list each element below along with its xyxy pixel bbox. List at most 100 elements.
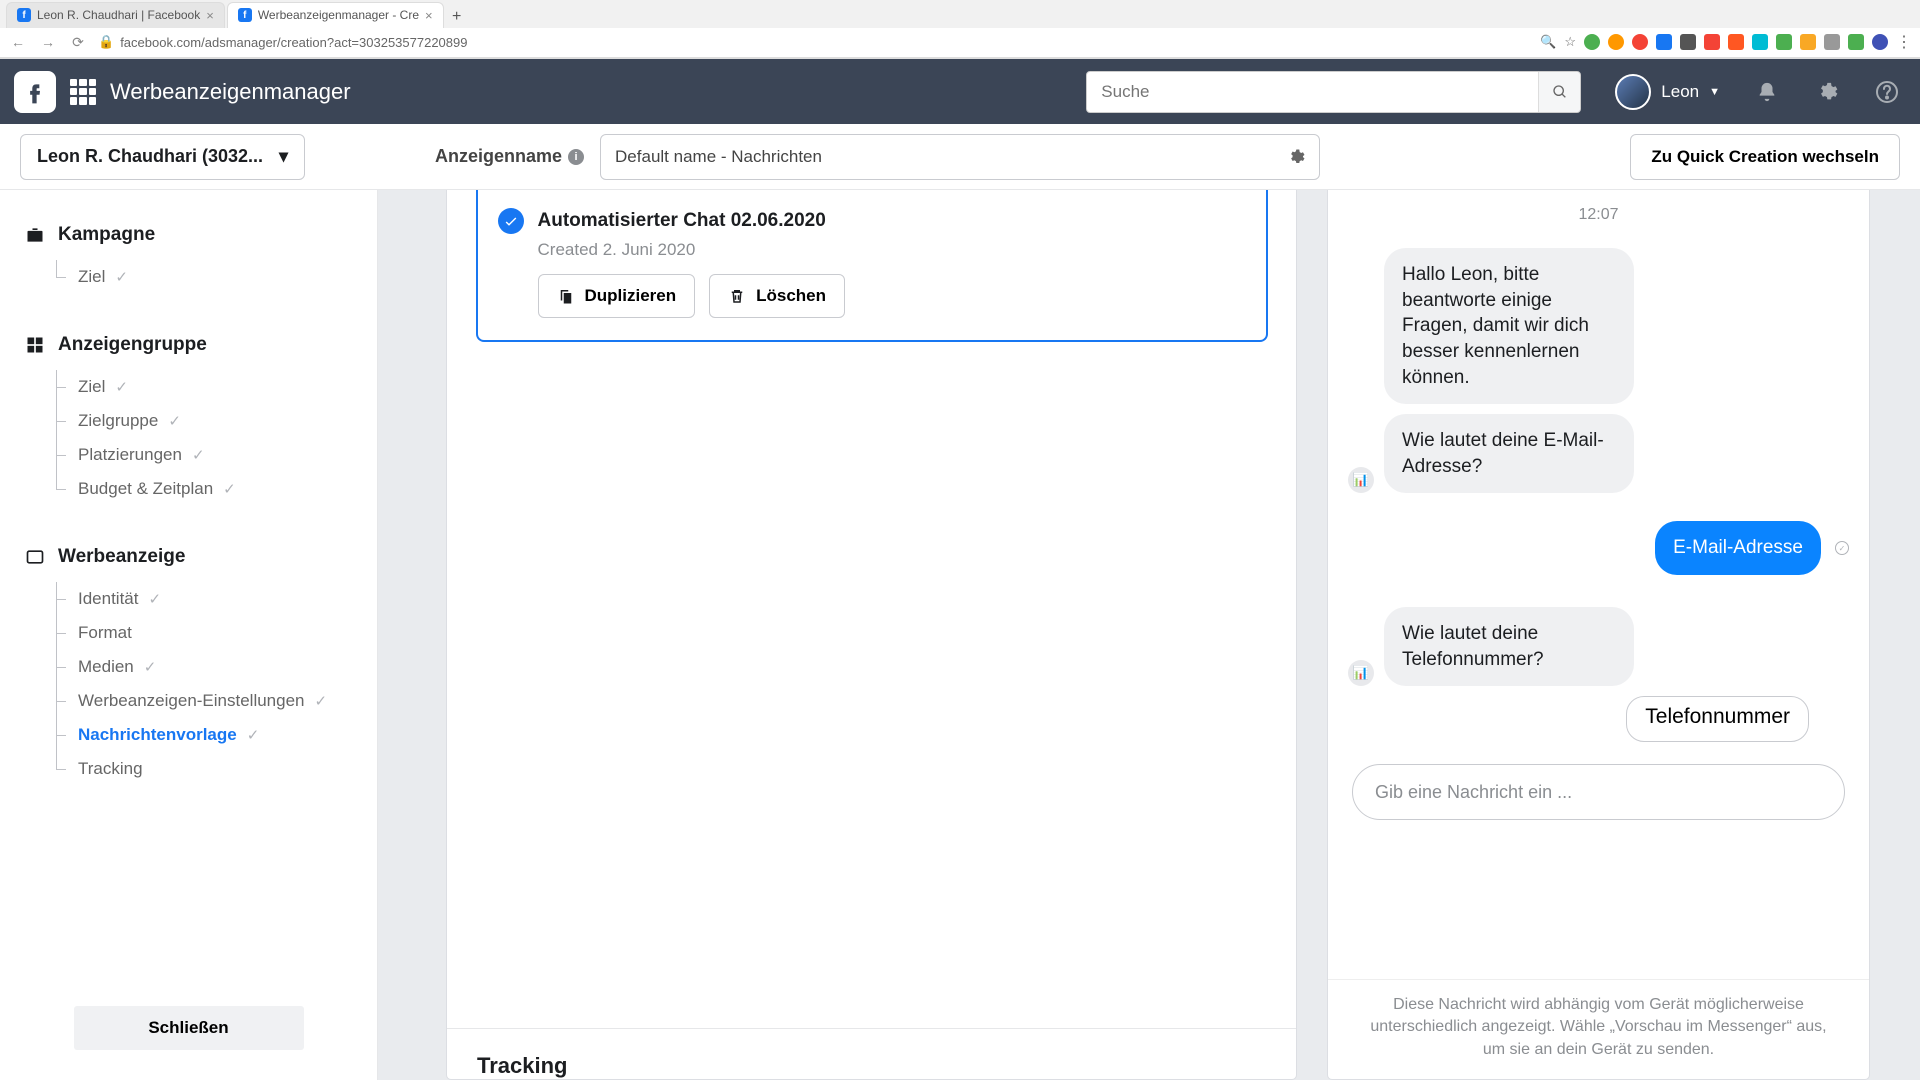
extension-icon[interactable]: [1704, 34, 1720, 50]
message-row: 📊 Wie lautet deine E-Mail-Adresse?: [1348, 414, 1849, 493]
reload-icon[interactable]: ⟳: [68, 32, 88, 52]
sidebar-section-campaign: Kampagne Ziel✓: [0, 224, 377, 294]
sidebar-section-adgroup: Anzeigengruppe Ziel✓ Zielgruppe✓ Platzie…: [0, 334, 377, 506]
check-icon: ✓: [144, 658, 157, 676]
gear-icon[interactable]: [1814, 79, 1840, 105]
extension-icon[interactable]: [1584, 34, 1600, 50]
check-circle-icon: [498, 208, 524, 234]
extension-icon[interactable]: [1848, 34, 1864, 50]
extension-icon[interactable]: [1608, 34, 1624, 50]
toolbar: Leon R. Chaudhari (3032... ▾ Anzeigennam…: [0, 124, 1920, 190]
account-dropdown[interactable]: Leon R. Chaudhari (3032... ▾: [20, 134, 305, 180]
template-title: Automatisierter Chat 02.06.2020: [538, 210, 826, 232]
briefcase-icon: [24, 224, 46, 246]
delete-button[interactable]: Löschen: [709, 274, 845, 318]
tab-bar: Leon R. Chaudhari | Facebook × Werbeanze…: [0, 0, 1920, 28]
message-input[interactable]: Gib eine Nachricht ein ...: [1352, 764, 1845, 820]
extension-icon[interactable]: [1728, 34, 1744, 50]
profile-icon[interactable]: [1872, 34, 1888, 50]
check-icon: ✓: [223, 480, 236, 498]
username: Leon: [1661, 82, 1699, 102]
message-row: 📊 Wie lautet deine Telefonnummer?: [1348, 607, 1849, 686]
tracking-heading: Tracking: [447, 1028, 1296, 1079]
extension-icon[interactable]: [1632, 34, 1648, 50]
search-box[interactable]: [1086, 71, 1581, 113]
star-icon[interactable]: ☆: [1564, 34, 1576, 50]
check-icon: ✓: [315, 692, 328, 710]
app-title: Werbeanzeigenmanager: [110, 79, 351, 105]
help-icon[interactable]: [1874, 79, 1900, 105]
tab-title: Leon R. Chaudhari | Facebook: [37, 8, 200, 22]
extension-icon[interactable]: [1776, 34, 1792, 50]
url-text: facebook.com/adsmanager/creation?act=303…: [120, 35, 467, 50]
lock-icon: 🔒: [98, 34, 114, 50]
extension-icon[interactable]: [1824, 34, 1840, 50]
fb-logo-icon[interactable]: [14, 71, 56, 113]
quick-creation-button[interactable]: Zu Quick Creation wechseln: [1630, 134, 1900, 180]
sidebar-item-media[interactable]: Medien✓: [48, 650, 353, 684]
check-icon: ✓: [149, 590, 162, 608]
close-icon[interactable]: ×: [206, 8, 214, 23]
ad-name-input[interactable]: Default name - Nachrichten: [600, 134, 1320, 180]
template-subtitle: Created 2. Juni 2020: [538, 240, 1246, 260]
tab-title: Werbeanzeigenmanager - Cre: [258, 8, 419, 22]
facebook-favicon-icon: [17, 8, 31, 22]
ad-name-label: Anzeigenname i: [435, 146, 584, 167]
extension-icons: 🔍 ☆ ⋮: [1540, 32, 1912, 52]
browser-tab[interactable]: Leon R. Chaudhari | Facebook ×: [6, 2, 225, 28]
sidebar-item-template[interactable]: Nachrichtenvorlage✓: [48, 718, 353, 752]
search-button[interactable]: [1538, 72, 1580, 112]
extension-icon[interactable]: [1656, 34, 1672, 50]
sent-icon: ✓: [1835, 541, 1849, 555]
check-icon: ✓: [192, 446, 205, 464]
apps-icon[interactable]: [70, 79, 96, 105]
sidebar-item-format[interactable]: Format: [48, 616, 353, 650]
section-heading[interactable]: Werbeanzeige: [24, 546, 353, 568]
check-icon: ✓: [247, 726, 260, 744]
sidebar-item-budget[interactable]: Budget & Zeitplan✓: [48, 472, 353, 506]
search-icon[interactable]: 🔍: [1540, 34, 1556, 50]
section-heading[interactable]: Kampagne: [24, 224, 353, 246]
close-icon[interactable]: ×: [425, 8, 433, 23]
extension-icon[interactable]: [1752, 34, 1768, 50]
chat-template-card[interactable]: Automatisierter Chat 02.06.2020 Created …: [476, 190, 1268, 342]
sidebar-item-settings[interactable]: Werbeanzeigen-Einstellungen✓: [48, 684, 353, 718]
menu-icon[interactable]: ⋮: [1896, 32, 1912, 52]
sidebar-item-platzierungen[interactable]: Platzierungen✓: [48, 438, 353, 472]
sidebar-item-tracking[interactable]: Tracking: [48, 752, 353, 786]
message-row: Hallo Leon, bitte beantworte einige Frag…: [1348, 248, 1849, 404]
fb-header: Werbeanzeigenmanager Leon ▼: [0, 59, 1920, 124]
bell-icon[interactable]: [1754, 79, 1780, 105]
section-heading[interactable]: Anzeigengruppe: [24, 334, 353, 356]
gear-icon[interactable]: [1287, 148, 1305, 166]
sidebar-item-ziel[interactable]: Ziel✓: [48, 260, 353, 294]
bot-message: Wie lautet deine E-Mail-Adresse?: [1384, 414, 1634, 493]
check-icon: ✓: [115, 268, 128, 286]
quick-reply-option[interactable]: Telefonnummer: [1626, 696, 1809, 742]
search-input[interactable]: [1087, 82, 1538, 102]
ad-icon: [24, 546, 46, 568]
extension-icon[interactable]: [1680, 34, 1696, 50]
message-row: E-Mail-Adresse ✓: [1348, 521, 1849, 575]
close-button[interactable]: Schließen: [74, 1006, 304, 1050]
user-message: E-Mail-Adresse: [1655, 521, 1821, 575]
browser-tab[interactable]: Werbeanzeigenmanager - Cre ×: [227, 2, 444, 28]
back-icon[interactable]: ←: [8, 32, 28, 52]
chevron-down-icon: ▾: [279, 146, 288, 167]
extension-icon[interactable]: [1800, 34, 1816, 50]
new-tab-button[interactable]: +: [446, 6, 468, 28]
duplicate-button[interactable]: Duplizieren: [538, 274, 696, 318]
url-field[interactable]: 🔒 facebook.com/adsmanager/creation?act=3…: [98, 34, 1530, 50]
bot-avatar-icon: 📊: [1348, 660, 1374, 686]
user-menu[interactable]: Leon ▼: [1615, 74, 1720, 110]
sidebar-item-ziel[interactable]: Ziel✓: [48, 370, 353, 404]
forward-icon[interactable]: →: [38, 32, 58, 52]
info-icon[interactable]: i: [568, 149, 584, 165]
preview-disclaimer: Diese Nachricht wird abhängig vom Gerät …: [1328, 979, 1869, 1079]
sidebar-section-ad: Werbeanzeige Identität✓ Format Medien✓ W…: [0, 546, 377, 786]
sidebar: Kampagne Ziel✓ Anzeigengruppe Ziel✓ Ziel…: [0, 190, 378, 1080]
preview-panel: 12:07 Hallo Leon, bitte beantworte einig…: [1327, 190, 1870, 1080]
sidebar-item-identity[interactable]: Identität✓: [48, 582, 353, 616]
sidebar-item-zielgruppe[interactable]: Zielgruppe✓: [48, 404, 353, 438]
address-bar: ← → ⟳ 🔒 facebook.com/adsmanager/creation…: [0, 28, 1920, 58]
